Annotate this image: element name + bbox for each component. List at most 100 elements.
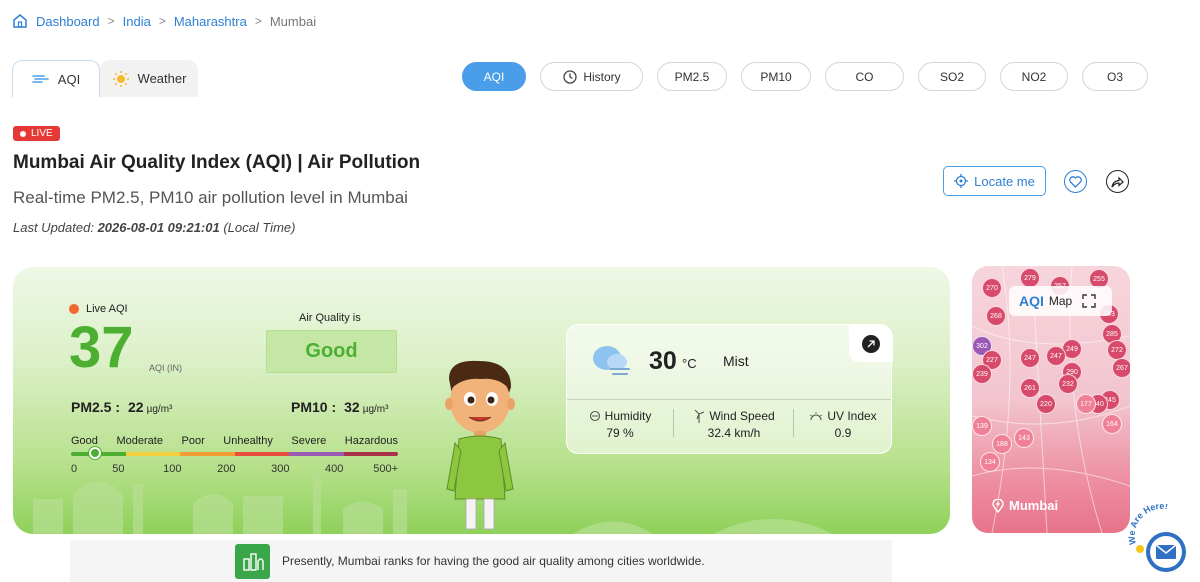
map-aqi-marker[interactable]: 188 (992, 434, 1012, 454)
map-aqi-marker[interactable]: 279 (1020, 268, 1040, 288)
share-button[interactable] (1106, 170, 1129, 193)
scale-segment (180, 452, 235, 456)
scale-num: 400 (325, 463, 344, 475)
live-aqi-text: Live AQI (86, 303, 128, 315)
tab-weather[interactable]: Weather (100, 60, 198, 97)
live-badge: LIVE (13, 126, 60, 141)
page-subtitle: Real-time PM2.5, PM10 air pollution leve… (13, 188, 408, 207)
locate-me-button[interactable]: Locate me (943, 166, 1046, 196)
weather-divider (567, 399, 891, 400)
scale-num: 0 (71, 463, 78, 475)
pill-so2[interactable]: SO2 (918, 62, 986, 91)
scale-label-good: Good (71, 435, 98, 447)
map-city-name: Mumbai (1009, 498, 1059, 513)
map-aqi-marker[interactable]: 134 (980, 452, 1000, 472)
home-icon[interactable] (12, 13, 28, 29)
map-title: Map (1048, 294, 1073, 308)
pm25-reading: PM2.5 : 22 µg/m³ (71, 399, 172, 415)
tab-weather-label: Weather (137, 71, 187, 86)
wind-speed-label-row: Wind Speed (685, 409, 783, 423)
humidity-label-row: Humidity (585, 409, 655, 423)
last-updated-suffix: (Local Time) (219, 220, 296, 235)
scale-label-poor: Poor (181, 435, 205, 447)
aqi-scale-labels: Good Moderate Poor Unhealthy Severe Haza… (71, 435, 398, 447)
view-tabs: AQI Weather (12, 60, 198, 97)
pill-pm25[interactable]: PM2.5 (657, 62, 727, 91)
map-aqi-marker[interactable]: 232 (1058, 374, 1078, 394)
scale-num: 100 (163, 463, 182, 475)
favorite-button[interactable] (1064, 170, 1087, 193)
pill-history[interactable]: History (540, 62, 643, 91)
pill-aqi[interactable]: AQI (462, 62, 526, 91)
uv-sun-icon (810, 412, 823, 421)
breadcrumb-india[interactable]: India (123, 14, 151, 29)
map-city-label: Mumbai (992, 498, 1058, 513)
tab-aqi[interactable]: AQI (12, 60, 100, 97)
humidity-stat: Humidity 79 % (585, 409, 655, 440)
breadcrumb-separator: > (158, 14, 166, 28)
contact-mail-widget[interactable]: We Are Here! (1124, 504, 1200, 582)
scale-segment (234, 452, 289, 456)
weather-condition: Mist (723, 353, 749, 369)
map-header: AQI Map (1009, 286, 1112, 316)
scale-num: 500+ (373, 463, 398, 475)
page-title: Mumbai Air Quality Index (AQI) | Air Pol… (13, 152, 421, 173)
map-aqi-marker[interactable]: 261 (1020, 378, 1040, 398)
last-updated-value: 2026-08-01 09:21:01 (97, 220, 220, 235)
pm10-value: 32 (344, 399, 360, 415)
live-indicator-icon (69, 304, 79, 314)
pill-pm10[interactable]: PM10 (741, 62, 811, 91)
wind-speed-stat: Wind Speed 32.4 km/h (685, 409, 783, 440)
aqi-unit: AQI (IN) (149, 363, 182, 373)
tab-aqi-label: AQI (57, 71, 81, 87)
map-aqi-marker[interactable]: 270 (982, 278, 1002, 298)
map-aqi-marker[interactable]: 177 (1076, 394, 1096, 414)
pm25-unit: µg/m³ (146, 404, 173, 415)
weather-details-button[interactable] (849, 325, 893, 362)
pill-o3[interactable]: O3 (1082, 62, 1148, 91)
uv-index-label-row: UV Index (805, 409, 881, 423)
humidity-icon (589, 410, 600, 422)
location-pin-icon (992, 498, 1004, 513)
pm25-value: 22 (128, 399, 144, 415)
map-aqi-marker[interactable]: 247 (1046, 346, 1066, 366)
fullscreen-icon[interactable] (1082, 294, 1096, 308)
map-aqi-logo: AQI (1019, 293, 1044, 309)
temperature-value: 30 (649, 347, 677, 375)
arrow-up-right-icon (862, 334, 880, 353)
scale-num: 200 (217, 463, 236, 475)
pm10-reading: PM10 : 32 µg/m³ (291, 399, 388, 415)
aqi-card: Live AQI 37 AQI (IN) Air Quality is Good… (13, 267, 950, 534)
map-aqi-marker[interactable]: 139 (972, 416, 992, 436)
weather-stat-separator (673, 409, 674, 437)
humidity-label: Humidity (604, 409, 652, 423)
map-aqi-marker[interactable]: 239 (972, 364, 992, 384)
map-aqi-marker[interactable]: 272 (1107, 340, 1127, 360)
city-rank-icon (235, 543, 270, 579)
wind-speed-value: 32.4 km/h (707, 426, 761, 440)
pill-co[interactable]: CO (825, 62, 904, 91)
rank-banner: Presently, Mumbai ranks for having the g… (70, 540, 892, 582)
scale-num: 300 (271, 463, 290, 475)
aqi-map-card[interactable]: 2792552702572682432853022272722492472472… (972, 266, 1130, 533)
scale-segment (289, 452, 344, 456)
map-aqi-marker[interactable]: 220 (1036, 394, 1056, 414)
map-aqi-marker[interactable]: 268 (986, 306, 1006, 326)
breadcrumb-dashboard[interactable]: Dashboard (36, 14, 100, 29)
pill-no2[interactable]: NO2 (1000, 62, 1068, 91)
pollutant-nav: AQI History PM2.5 PM10 CO SO2 NO2 O3 (462, 62, 1148, 91)
breadcrumb-mumbai: Mumbai (269, 13, 317, 29)
rank-text: Presently, Mumbai ranks for having the g… (282, 554, 705, 568)
map-aqi-marker[interactable]: 267 (1112, 358, 1130, 378)
live-badge-label: LIVE (31, 128, 53, 139)
map-aqi-marker[interactable]: 247 (1020, 348, 1040, 368)
breadcrumb-separator: > (254, 14, 262, 28)
breadcrumb: Dashboard > India > Maharashtra > Mumbai (12, 13, 316, 29)
map-aqi-marker[interactable]: 164 (1102, 414, 1122, 434)
scale-label-severe: Severe (291, 435, 327, 447)
history-icon (563, 69, 577, 84)
map-aqi-marker[interactable]: 143 (1014, 428, 1034, 448)
breadcrumb-maharashtra[interactable]: Maharashtra (174, 14, 247, 29)
pm10-unit: µg/m³ (362, 404, 389, 415)
wind-icon (31, 73, 50, 85)
